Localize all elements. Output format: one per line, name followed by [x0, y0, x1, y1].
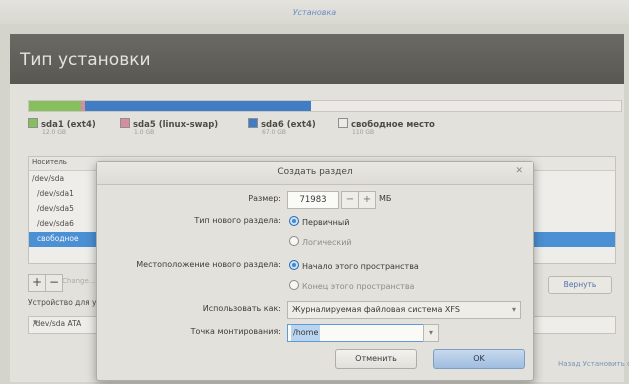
chevron-down-icon[interactable]: ▾ [423, 324, 439, 342]
partition-type-label: Тип нового раздела: [194, 216, 281, 225]
location-label: Местоположение нового раздела: [136, 260, 281, 269]
chevron-down-icon: ▾ [511, 305, 516, 314]
radio-label: Начало этого пространства [302, 262, 419, 271]
use-as-label: Использовать как: [202, 304, 281, 313]
size-increment-button[interactable]: + [358, 191, 376, 209]
size-decrement-button[interactable]: − [341, 191, 359, 209]
create-partition-dialog: Создать раздел ✕ Размер: 71983 − + МБ Ти… [96, 161, 534, 381]
ok-button[interactable]: OK [433, 349, 525, 369]
filesystem-value: Журналируемая файловая система XFS [292, 305, 460, 314]
cancel-button[interactable]: Отменить [335, 349, 417, 369]
radio-checked-icon [289, 260, 299, 270]
filesystem-select[interactable]: Журналируемая файловая система XFS ▾ [287, 301, 521, 319]
size-unit: МБ [379, 194, 392, 203]
mount-point-label: Точка монтирования: [190, 327, 281, 336]
radio-unchecked-icon [289, 280, 299, 290]
mount-point-input[interactable]: /home [287, 324, 425, 342]
radio-label: Конец этого пространства [302, 282, 415, 291]
close-icon[interactable]: ✕ [515, 166, 523, 176]
radio-label: Логический [302, 238, 352, 247]
type-logical-radio[interactable]: Логический [289, 236, 352, 247]
mount-point-value: /home [291, 325, 321, 341]
location-end-radio[interactable]: Конец этого пространства [289, 280, 414, 291]
type-primary-radio[interactable]: Первичный [289, 216, 349, 227]
radio-checked-icon [289, 216, 299, 226]
radio-label: Первичный [302, 218, 350, 227]
size-input[interactable]: 71983 [287, 191, 339, 209]
location-start-radio[interactable]: Начало этого пространства [289, 260, 419, 271]
radio-unchecked-icon [289, 236, 299, 246]
dialog-title: Создать раздел [277, 167, 353, 177]
size-label: Размер: [248, 194, 281, 203]
dialog-title-bar: Создать раздел ✕ [97, 162, 533, 185]
